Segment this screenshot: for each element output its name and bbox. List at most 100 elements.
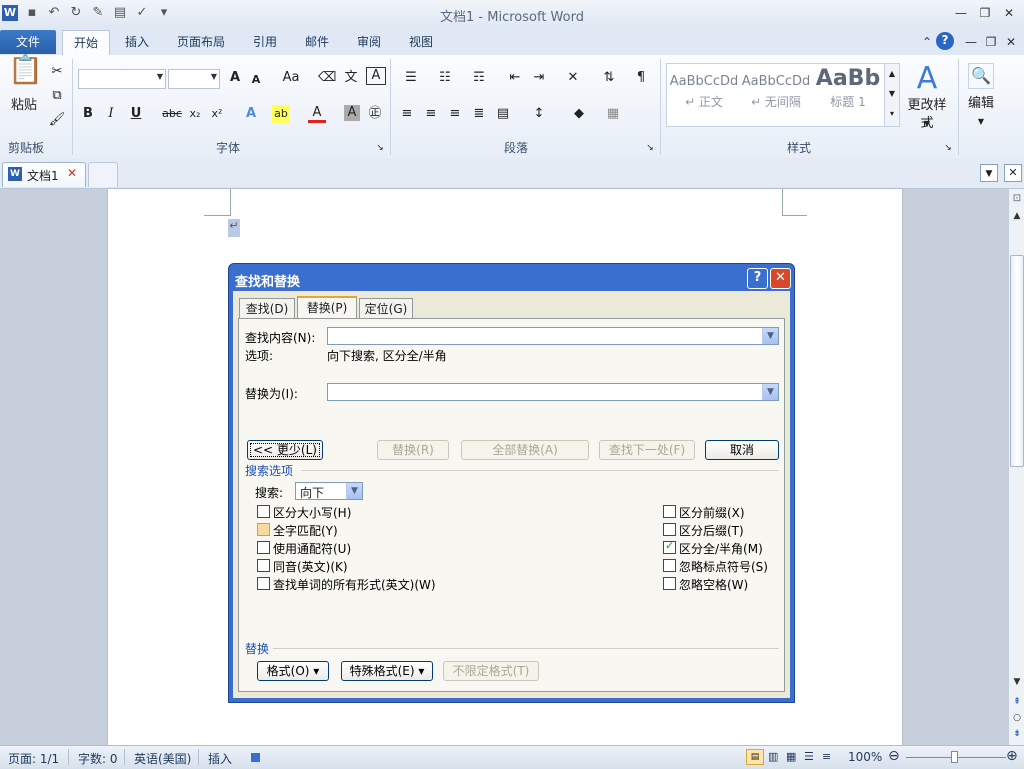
zoom-in-icon[interactable]: ⊕ — [1006, 748, 1018, 764]
replace-button[interactable]: 替换(R) — [377, 440, 449, 460]
doc-restore-button[interactable]: ❐ — [980, 34, 1002, 50]
tab-file[interactable]: 文件 — [0, 30, 56, 54]
match-suffix-checkbox[interactable] — [663, 523, 676, 536]
borders-icon[interactable]: ▦ — [600, 105, 626, 123]
close-all-tabs-icon[interactable]: ✕ — [1004, 164, 1022, 182]
style-heading-1[interactable]: AaBb 标题 1 — [813, 64, 883, 124]
doc-close-button[interactable]: ✕ — [1000, 34, 1022, 50]
bold-button[interactable]: B — [80, 105, 96, 123]
paragraph-dialog-launcher-icon[interactable]: ↘ — [644, 139, 656, 157]
bullets-icon[interactable]: ☰ — [398, 69, 424, 87]
tab-references[interactable]: 引用 — [242, 30, 288, 54]
underline-button[interactable]: U — [128, 105, 144, 123]
minimize-button[interactable]: — — [950, 5, 972, 21]
tab-replace[interactable]: 替换(P) — [297, 296, 357, 319]
ignore-space-checkbox[interactable] — [663, 577, 676, 590]
tab-find[interactable]: 查找(D) — [239, 298, 295, 318]
zoom-level[interactable]: 100% — [848, 750, 882, 764]
change-case-button[interactable]: Aa — [278, 69, 304, 87]
shrink-font-button[interactable]: A — [248, 71, 264, 89]
full-screen-reading-icon[interactable]: ▥ — [768, 750, 778, 763]
ignore-punct-checkbox[interactable] — [663, 559, 676, 572]
subscript-button[interactable]: x₂ — [186, 105, 204, 123]
macro-record-icon[interactable] — [251, 753, 260, 762]
language-status[interactable]: 英语(美国) — [134, 750, 191, 767]
special-button[interactable]: 特殊格式(E) ▾ — [341, 661, 433, 681]
outline-view-icon[interactable]: ☰ — [804, 750, 814, 763]
shading-icon[interactable]: ◆ — [566, 105, 592, 123]
multilevel-list-icon[interactable]: ☶ — [466, 69, 492, 87]
align-right-icon[interactable]: ≡ — [446, 105, 464, 123]
search-direction-select[interactable]: 向下 ▼ — [295, 482, 363, 500]
clear-format-icon[interactable]: ⌫ — [318, 69, 336, 87]
format-painter-icon[interactable]: 🖌 — [48, 111, 66, 129]
char-border-icon[interactable]: A — [366, 67, 386, 85]
sounds-like-checkbox[interactable] — [257, 559, 270, 572]
numbering-icon[interactable]: ☷ — [432, 69, 458, 87]
decrease-indent-icon[interactable]: ⇤ — [506, 69, 524, 87]
tab-mailings[interactable]: 邮件 — [294, 30, 340, 54]
enclose-char-icon[interactable]: ㊣ — [366, 105, 384, 123]
styles-dialog-launcher-icon[interactable]: ↘ — [942, 139, 954, 157]
zoom-slider-thumb[interactable] — [951, 751, 958, 763]
line-spacing-icon[interactable]: ↕ — [526, 105, 552, 123]
binoculars-icon[interactable]: 🔍 — [968, 63, 994, 89]
font-color-button[interactable]: A — [308, 105, 326, 123]
ruler-toggle-icon[interactable]: ⊡ — [1011, 193, 1023, 205]
paste-button[interactable]: 粘贴 — [6, 97, 42, 115]
highlight-icon[interactable]: ab — [272, 105, 290, 123]
draft-view-icon[interactable]: ≡ — [822, 750, 831, 763]
justify-icon[interactable]: ≣ — [470, 105, 488, 123]
chevron-down-icon[interactable]: ▼ — [762, 384, 778, 400]
copy-icon[interactable]: ⧉ — [48, 87, 66, 105]
tab-page-layout[interactable]: 页面布局 — [168, 30, 234, 54]
style-normal[interactable]: AaBbCcDd ↵ 正文 — [669, 64, 739, 124]
replace-all-button[interactable]: 全部替换(A) — [461, 440, 589, 460]
tab-review[interactable]: 审阅 — [346, 30, 392, 54]
tab-home[interactable]: 开始 — [62, 30, 110, 55]
close-tab-icon[interactable]: ✕ — [67, 166, 77, 180]
no-formatting-button[interactable]: 不限定格式(T) — [443, 661, 539, 681]
style-no-spacing[interactable]: AaBbCcDd ↵ 无间隔 — [741, 64, 811, 124]
print-layout-icon[interactable]: ▤ — [746, 749, 764, 765]
paste-icon[interactable]: 📋 — [8, 56, 43, 97]
help-icon[interactable]: ? — [936, 32, 954, 50]
page-count[interactable]: 页面: 1/1 — [8, 750, 59, 767]
vertical-scrollbar[interactable]: ⊡ ▲ ▼ ⇞ ○ ⇟ — [1008, 189, 1024, 745]
show-marks-icon[interactable]: ¶ — [632, 69, 650, 87]
char-shading-icon[interactable]: A — [344, 105, 360, 121]
tab-view[interactable]: 视图 — [398, 30, 444, 54]
text-effect-button[interactable]: A — [242, 105, 260, 123]
wildcards-checkbox[interactable] — [257, 541, 270, 554]
align-left-icon[interactable]: ≡ — [398, 105, 416, 123]
doc-minimize-button[interactable]: — — [960, 34, 982, 50]
distributed-icon[interactable]: ▤ — [494, 105, 512, 123]
restore-button[interactable]: ❐ — [974, 5, 996, 21]
help-button[interactable]: ? — [747, 268, 768, 289]
sort-icon[interactable]: ⇅ — [598, 69, 620, 87]
scroll-thumb[interactable] — [1010, 255, 1024, 467]
browse-object-icon[interactable]: ○ — [1011, 713, 1023, 723]
scroll-up-icon[interactable]: ▲ — [1011, 211, 1023, 223]
styles-scroll-icon[interactable]: ▲ ▼ ▾ — [884, 63, 900, 127]
match-width-checkbox[interactable] — [663, 539, 676, 554]
format-button[interactable]: 格式(O) ▾ — [257, 661, 329, 681]
tab-insert[interactable]: 插入 — [114, 30, 160, 54]
match-case-checkbox[interactable] — [257, 505, 270, 518]
chevron-down-icon[interactable]: ▼ — [762, 328, 778, 344]
tab-list-dropdown-icon[interactable]: ▼ — [980, 164, 998, 182]
doc-tab-1[interactable]: W 文档1 ✕ — [2, 162, 86, 187]
change-styles-icon[interactable]: A — [910, 61, 944, 97]
minimize-ribbon-icon[interactable]: ⌃ — [916, 34, 938, 50]
scroll-down-icon[interactable]: ▼ — [1011, 677, 1023, 687]
superscript-button[interactable]: x² — [208, 105, 226, 123]
close-button[interactable]: ✕ — [770, 268, 791, 289]
strikethrough-button[interactable]: abc — [160, 105, 184, 123]
font-name-combo[interactable]: ▼ — [78, 69, 166, 89]
find-next-button[interactable]: 查找下一处(F) — [599, 440, 695, 460]
next-page-icon[interactable]: ⇟ — [1011, 729, 1023, 739]
close-window-button[interactable]: ✕ — [998, 5, 1020, 21]
new-tab-button[interactable] — [88, 162, 118, 187]
match-prefix-checkbox[interactable] — [663, 505, 676, 518]
italic-button[interactable]: I — [104, 105, 118, 123]
